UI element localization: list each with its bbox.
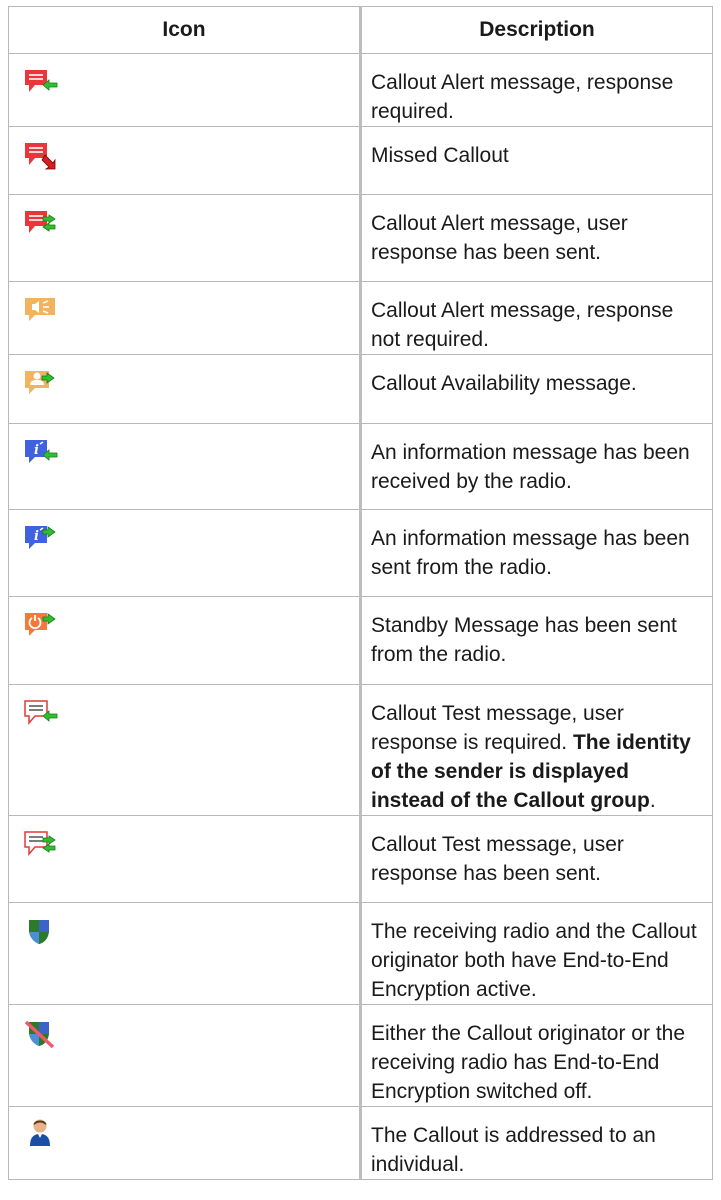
row-description: The Callout is addressed to an individua… [371,1124,656,1176]
individual-person-icon [30,1119,50,1146]
svg-text:i: i [34,443,39,458]
row-description: Either the Callout originator or the rec… [371,1022,686,1103]
red-callout-received-icon [25,70,58,92]
table-row: Callout Availability message. [8,354,713,424]
test-callout-received-icon [24,700,58,726]
table-row: The receiving radio and the Callout orig… [8,902,713,1005]
orange-callout-no-response-icon [25,298,55,321]
encryption-shield-icon [29,920,49,944]
row-description: Standby Message has been sent from the r… [371,614,677,666]
row-description: An information message has been sent fro… [371,527,690,579]
blue-info-sent-icon: i [25,526,56,549]
red-callout-responded-icon [25,211,56,233]
table-row: Either the Callout originator or the rec… [8,1004,713,1107]
svg-text:i: i [34,529,39,544]
table-row: i An information message has been sent f… [8,509,713,597]
table-row: Missed Callout [8,126,713,195]
table-row: Callout Alert message, response required… [8,53,713,127]
description-column-header: Description [360,6,713,54]
blue-info-received-icon: i [25,440,58,463]
row-description: Callout Alert message, response not requ… [371,299,674,351]
test-callout-responded-icon [24,831,56,857]
icon-legend-table: Icon Description Callout Alert message, … [8,6,713,1180]
row-description: Missed Callout [371,144,509,167]
row-description: Callout Alert message, user response has… [371,212,628,264]
row-description: Callout Alert message, response required… [371,71,674,123]
table-header-row: Icon Description [8,6,713,54]
table-row: Callout Test message, user response is r… [8,684,713,816]
table-row: i An information message has been receiv… [8,423,713,510]
icon-column-header: Icon [8,6,362,54]
table-row: Callout Alert message, response not requ… [8,281,713,355]
orange-standby-sent-icon [25,613,56,636]
encryption-off-shield-icon [24,1020,55,1049]
row-description: The receiving radio and the Callout orig… [371,920,697,1001]
row-description: Callout Test message, user response has … [371,833,624,885]
table-row: Callout Test message, user response has … [8,815,713,903]
table-row: Standby Message has been sent from the r… [8,596,713,685]
table-row: Callout Alert message, user response has… [8,194,713,282]
table-row: The Callout is addressed to an individua… [8,1106,713,1180]
orange-availability-icon [25,371,55,394]
red-missed-callout-icon [25,143,56,170]
row-description: Callout Availability message. [371,372,637,395]
row-description: An information message has been received… [371,441,690,493]
